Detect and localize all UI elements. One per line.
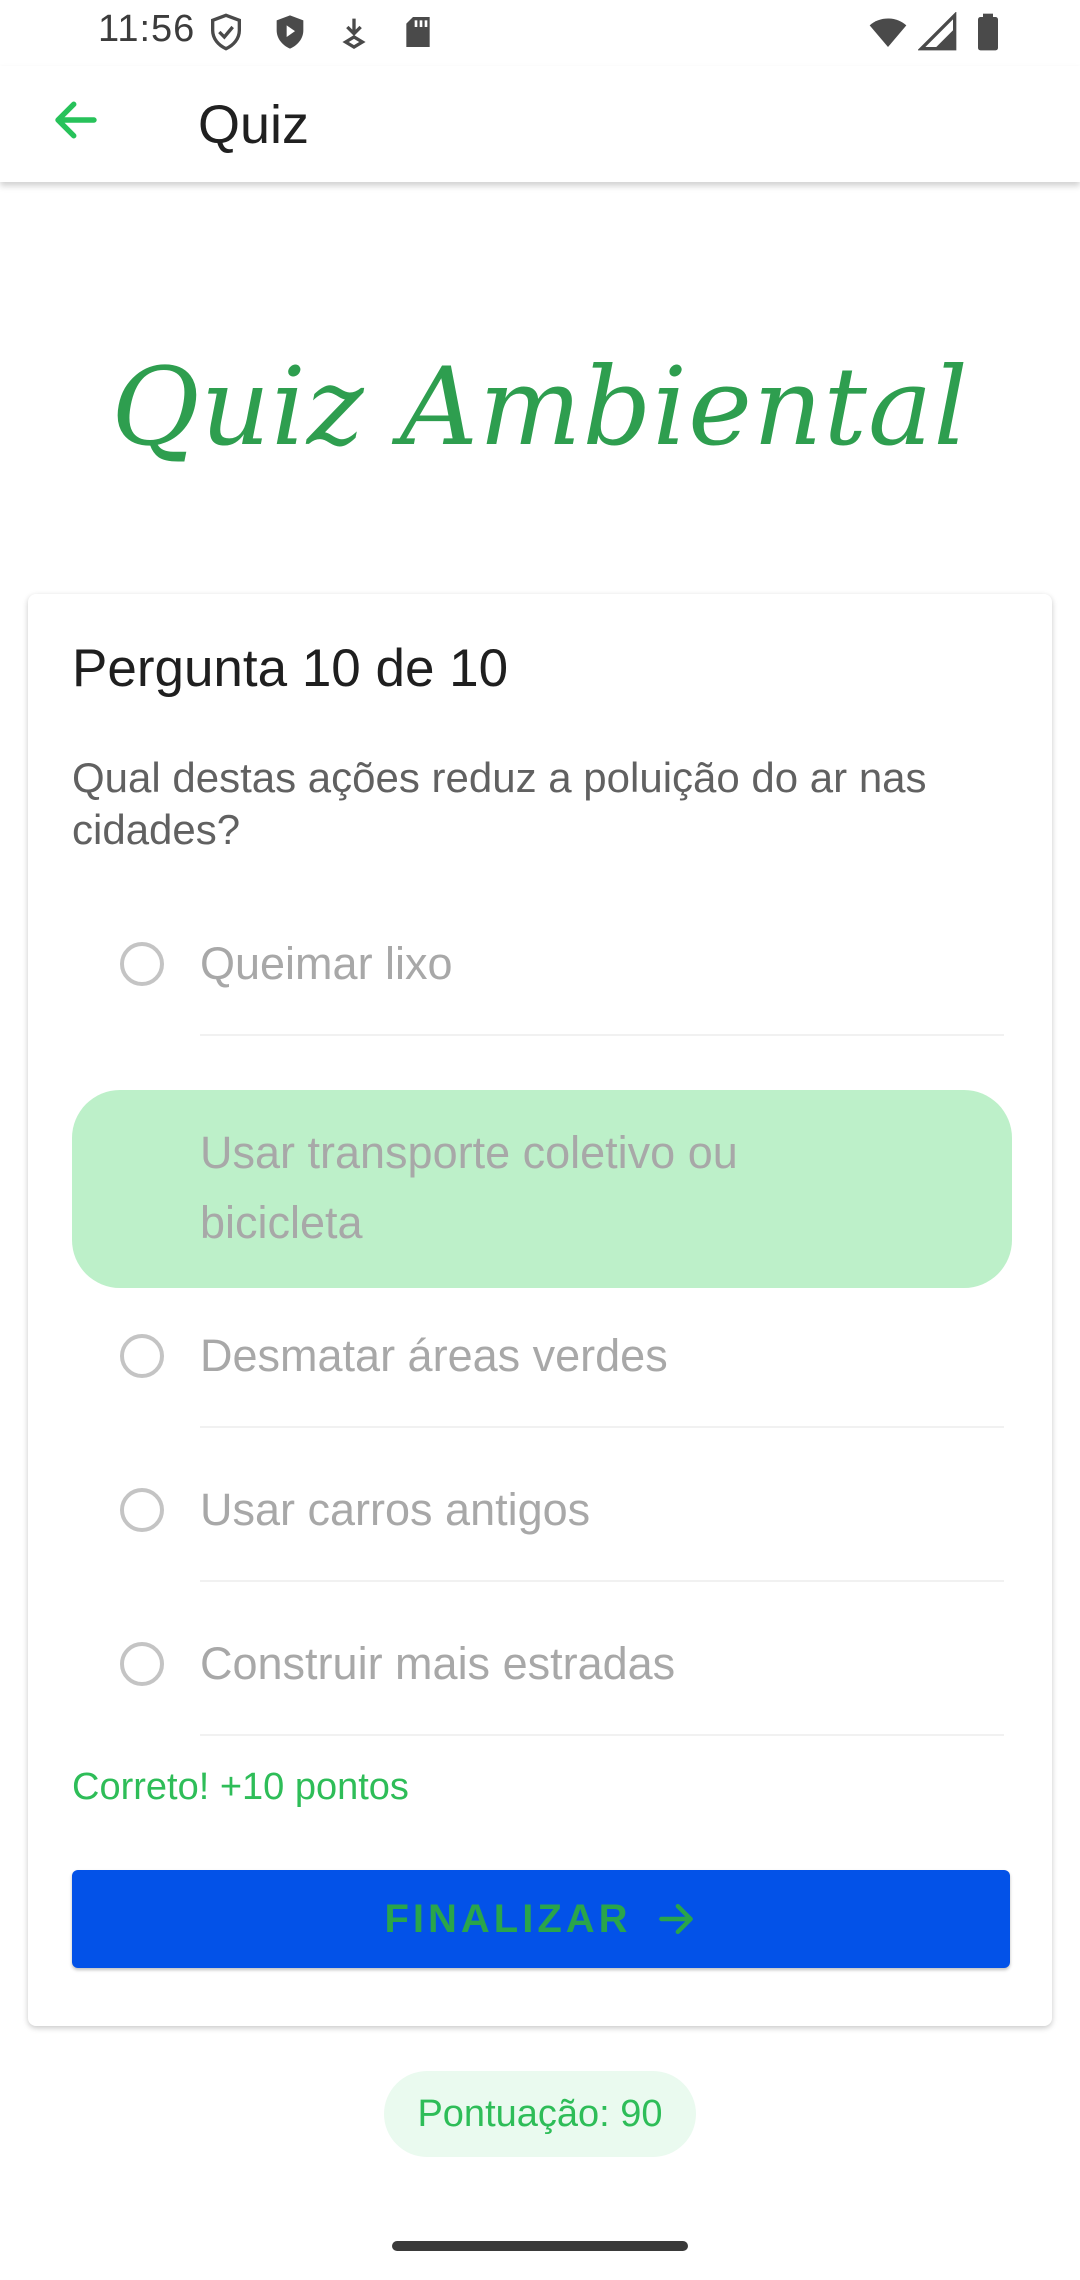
sd-card-icon	[406, 17, 430, 47]
question-counter: Pergunta 10 de 10	[72, 639, 509, 698]
status-time: 11:56	[98, 8, 196, 50]
status-bar: 11:56	[0, 0, 1080, 66]
answer-option-label: Desmatar áreas verdes	[200, 1330, 668, 1381]
radio-button-icon[interactable]	[120, 1642, 164, 1686]
cellular-signal-icon	[918, 12, 957, 51]
app-bar-title: Quiz	[198, 95, 310, 155]
shield-play-icon	[276, 15, 304, 49]
answer-option-label: Usar transporte coletivo ou bicicleta	[200, 1127, 738, 1248]
radio-button-icon[interactable]	[120, 942, 164, 986]
radio-button-icon[interactable]	[120, 1488, 164, 1532]
option-divider	[200, 1426, 1004, 1428]
question-text: Qual destas ações reduz a poluição do ar…	[72, 754, 927, 853]
vpn-shield-outline-icon	[211, 13, 241, 51]
answer-option[interactable]: Construir mais estradas	[72, 1612, 1012, 1766]
arrow-forward-icon	[658, 1903, 693, 1935]
quiz-screen: 11:56 Quiz Quiz Ambiental Pergunta 10 de…	[0, 0, 1080, 2280]
arrow-back-icon	[55, 101, 97, 139]
answer-options: Queimar lixo Usar transporte coletivo ou…	[72, 912, 1012, 1766]
answer-option[interactable]: Usar carros antigos	[72, 1458, 1012, 1612]
question-card: Pergunta 10 de 10 Qual destas ações redu…	[28, 594, 1052, 2026]
answer-option[interactable]: Queimar lixo	[72, 912, 1012, 1066]
wifi-icon	[869, 18, 907, 47]
logo-title: Quiz Ambiental	[111, 345, 969, 470]
radio-button-icon[interactable]	[120, 1334, 164, 1378]
finish-button-label: FINALIZAR	[384, 1896, 632, 1941]
option-divider	[200, 1034, 1004, 1036]
finish-button[interactable]: FINALIZAR	[72, 1870, 1010, 1968]
answer-option-label: Queimar lixo	[200, 938, 453, 989]
score-label: Pontuação: 90	[417, 2092, 663, 2135]
score-badge: Pontuação: 90	[384, 2071, 696, 2157]
app-bar: Quiz	[0, 66, 1080, 182]
battery-icon	[978, 13, 998, 51]
answer-feedback: Correto! +10 pontos	[72, 1766, 409, 1808]
option-divider	[200, 1734, 1004, 1736]
option-divider	[200, 1580, 1004, 1582]
answer-option-label: Usar carros antigos	[200, 1484, 591, 1535]
back-button[interactable]	[36, 80, 116, 160]
answer-option[interactable]: Desmatar áreas verdes	[72, 1304, 1012, 1458]
gesture-navigation-bar[interactable]	[392, 2241, 688, 2251]
download-arrow-icon	[342, 18, 366, 49]
status-icons-left	[206, 12, 438, 52]
answer-option-selected[interactable]: Usar transporte coletivo ou bicicleta	[72, 1090, 1012, 1288]
answer-option-label: Construir mais estradas	[200, 1638, 676, 1689]
status-icons-right	[868, 12, 1008, 52]
